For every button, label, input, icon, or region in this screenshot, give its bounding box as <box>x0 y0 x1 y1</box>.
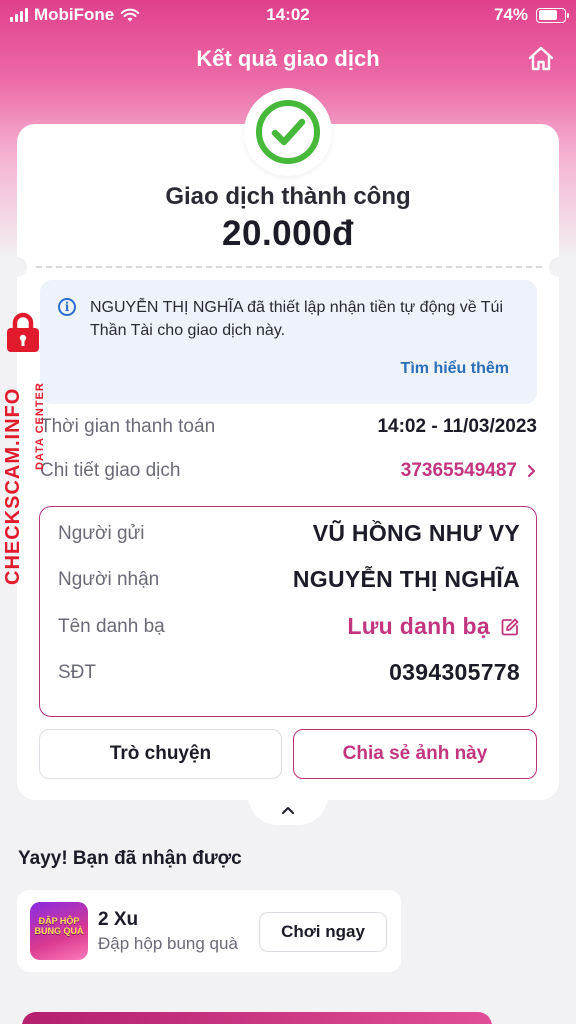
sender-label: Người gửi <box>58 523 145 544</box>
transaction-amount: 20.000đ <box>222 214 354 253</box>
info-icon: i <box>58 298 76 316</box>
watermark-text: CHECKSCAM.INFO <box>2 387 24 585</box>
reward-card: ĐẬP HỘP BUNG QUÀ 2 Xu Đập hộp bung quà C… <box>17 890 401 972</box>
success-badge <box>244 88 332 176</box>
nav-bar: Kết quả giao dịch <box>0 38 576 80</box>
payment-time-label: Thời gian thanh toán <box>40 416 216 437</box>
phone-row: SĐT 0394305778 <box>58 657 520 691</box>
auto-receive-notice: i NGUYỄN THỊ NGHĨA đã thiết lập nhận tiề… <box>40 280 537 404</box>
receiver-name: NGUYỄN THỊ NGHĨA <box>292 566 520 592</box>
check-circle-icon <box>256 100 320 164</box>
ticket-notch-right <box>549 257 569 277</box>
sender-row: Người gửi VŨ HỒNG NHƯ VY <box>58 518 520 552</box>
contact-label: Tên danh bạ <box>58 616 165 637</box>
receiver-label: Người nhận <box>58 569 160 590</box>
status-bar: MobiFone 14:02 74% <box>0 0 576 30</box>
reward-description: Đập hộp bung quà <box>98 934 238 953</box>
banner-peek <box>22 1012 492 1024</box>
phone-label: SĐT <box>58 662 96 683</box>
edit-icon <box>501 618 519 635</box>
chat-button[interactable]: Trò chuyện <box>39 729 282 779</box>
ticket-notch-left <box>7 257 27 277</box>
page-title: Kết quả giao dịch <box>196 46 380 71</box>
notice-text: NGUYỄN THỊ NGHĨA đã thiết lập nhận tiền … <box>90 299 503 339</box>
transaction-detail-label: Chi tiết giao dịch <box>40 460 181 481</box>
transaction-id: 37365549487 <box>400 460 517 481</box>
payment-time-value: 14:02 - 11/03/2023 <box>377 416 537 437</box>
watermark-subtext: DATA CENTER <box>34 382 46 470</box>
clock: 14:02 <box>266 5 310 24</box>
reward-name: 2 Xu <box>98 909 139 930</box>
contact-row: Tên danh bạ Lưu danh bạ <box>58 611 520 645</box>
battery-status: 74% <box>493 5 569 25</box>
sender-name: VŨ HỒNG NHƯ VY <box>312 520 520 546</box>
party-details: Người gửi VŨ HỒNG NHƯ VY Người nhận NGUY… <box>39 506 537 717</box>
chevron-right-icon <box>527 464 536 478</box>
battery-icon <box>536 7 569 23</box>
game-logo-text: ĐẬP HỘP BUNG QUÀ <box>34 916 84 936</box>
game-thumbnail: ĐẬP HỘP BUNG QUÀ <box>30 902 88 960</box>
home-icon[interactable] <box>526 44 556 74</box>
result-headline: Giao dịch thành công <box>165 183 411 210</box>
save-contact-label: Lưu danh bạ <box>347 613 490 639</box>
payment-time-row: Thời gian thanh toán 14:02 - 11/03/2023 <box>40 413 537 443</box>
learn-more-link[interactable]: Tìm hiểu thêm <box>401 360 509 378</box>
play-now-button[interactable]: Chơi ngay <box>259 912 387 952</box>
collapse-toggle[interactable] <box>248 795 328 825</box>
transaction-id-link[interactable]: 37365549487 <box>401 460 537 482</box>
reward-title: Yayy! Bạn đã nhận được <box>18 848 242 869</box>
ticket-divider <box>36 266 542 268</box>
lock-icon <box>7 312 39 352</box>
save-contact-button[interactable]: Lưu danh bạ <box>347 613 520 640</box>
phone-number: 0394305778 <box>389 659 520 685</box>
battery-percent: 74% <box>493 5 528 24</box>
receiver-row: Người nhận NGUYỄN THỊ NGHĨA <box>58 564 520 598</box>
share-image-button[interactable]: Chia sẻ ảnh này <box>293 729 537 779</box>
chevron-up-icon <box>282 806 294 814</box>
transaction-detail-row[interactable]: Chi tiết giao dịch 37365549487 <box>40 457 537 487</box>
